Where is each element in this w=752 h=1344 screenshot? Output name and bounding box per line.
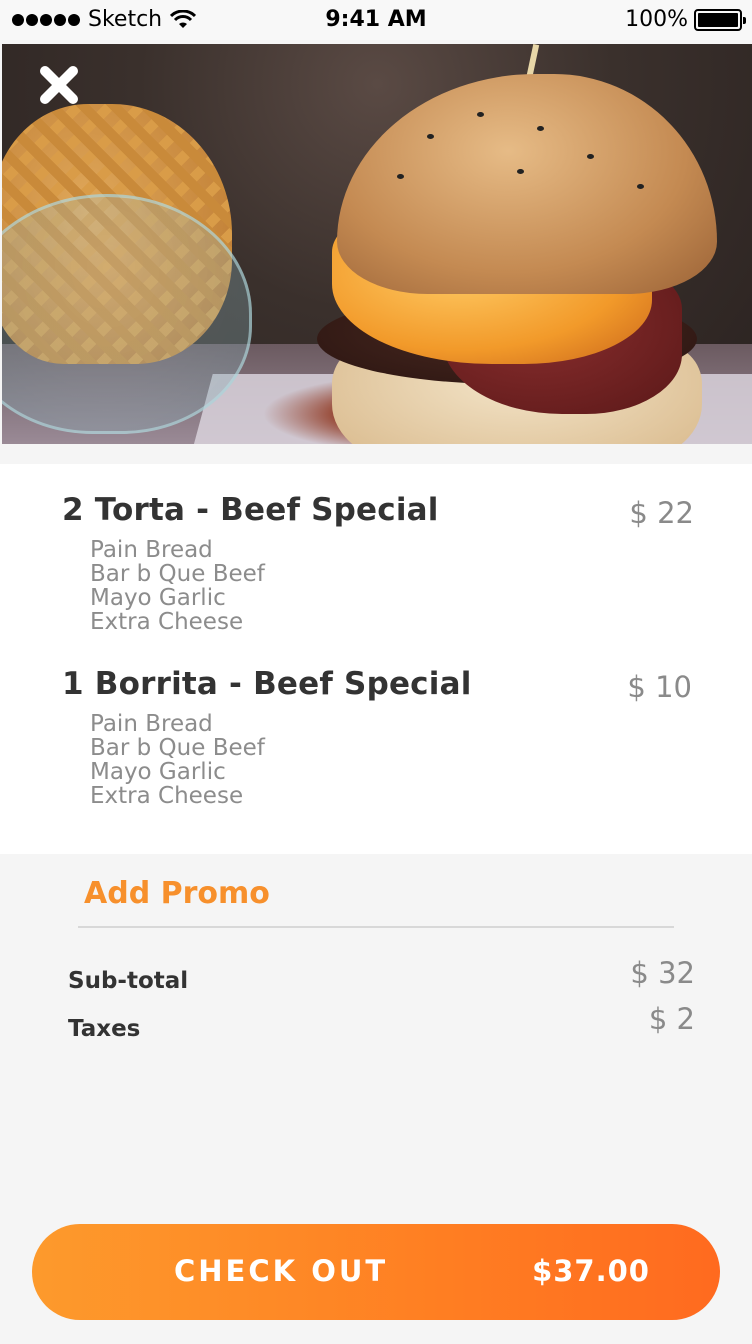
- taxes-label: Taxes: [68, 1016, 141, 1042]
- hero-food-image: [2, 44, 752, 444]
- battery-icon: [694, 8, 746, 31]
- checkout-label: CHECK OUT: [174, 1254, 389, 1288]
- checkout-total: $37.00: [532, 1254, 650, 1288]
- item-modifiers: Pain Bread Bar b Que Beef Mayo Garlic Ex…: [90, 712, 265, 808]
- status-right: 100%: [625, 7, 746, 32]
- modifier: Bar b Que Beef: [90, 735, 265, 761]
- subtotal-value: $ 32: [630, 956, 695, 990]
- subtotal-label: Sub-total: [68, 968, 189, 994]
- modifier: Extra Cheese: [90, 783, 244, 809]
- burger-bun: [337, 74, 717, 294]
- modifier: Mayo Garlic: [90, 585, 226, 611]
- divider: [78, 926, 674, 928]
- modifier: Bar b Que Beef: [90, 561, 265, 587]
- checkout-button[interactable]: CHECK OUT $37.00: [32, 1224, 720, 1320]
- item-title: 1 Borrita - Beef Special: [62, 666, 472, 702]
- modifier: Extra Cheese: [90, 609, 244, 635]
- add-promo-button[interactable]: Add Promo: [84, 876, 270, 911]
- order-items-card: 2 Torta - Beef Special $ 22 Pain Bread B…: [0, 464, 752, 854]
- item-price: $ 22: [629, 496, 694, 530]
- item-title: 2 Torta - Beef Special: [62, 492, 439, 528]
- modifier: Pain Bread: [90, 711, 213, 737]
- battery-percentage: 100%: [625, 7, 688, 32]
- status-bar: Sketch 9:41 AM 100%: [0, 0, 752, 40]
- modifier: Pain Bread: [90, 537, 213, 563]
- modifier: Mayo Garlic: [90, 759, 226, 785]
- taxes-value: $ 2: [648, 1002, 695, 1036]
- item-price: $ 10: [627, 670, 692, 704]
- close-icon[interactable]: [38, 64, 80, 106]
- item-modifiers: Pain Bread Bar b Que Beef Mayo Garlic Ex…: [90, 538, 265, 634]
